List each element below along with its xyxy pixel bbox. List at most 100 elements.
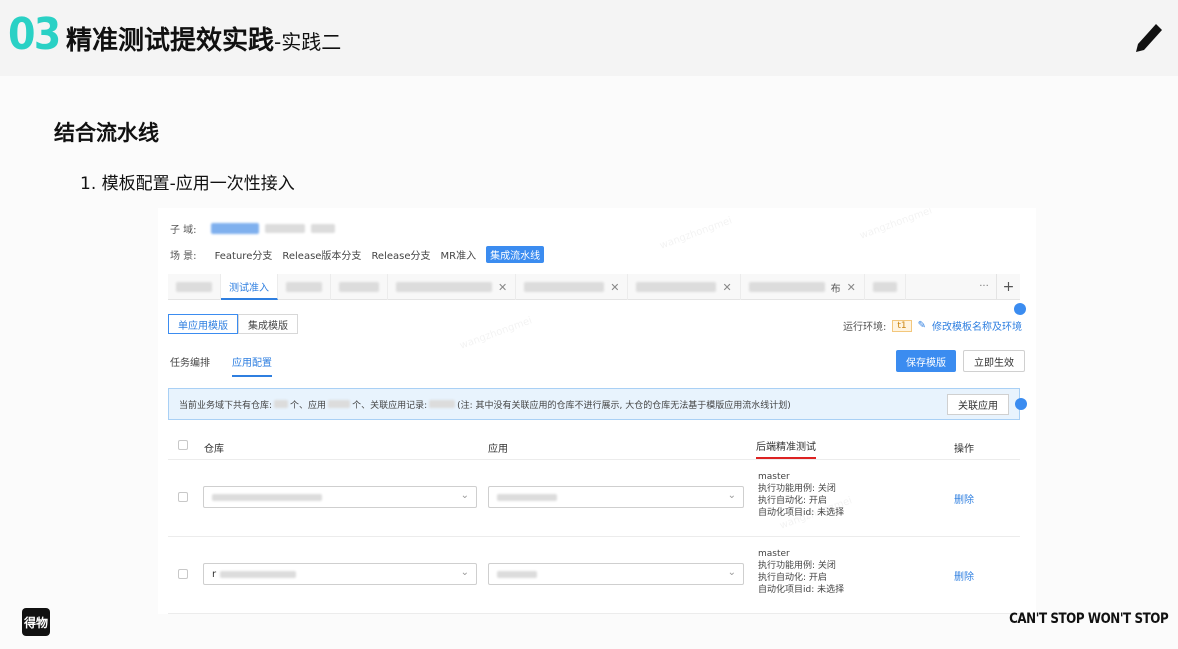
template-tabbar: 测试准入 ✕ ✕ ✕ 布 ✕ ··· + xyxy=(168,274,1020,300)
delete-button[interactable]: 删除 xyxy=(954,491,974,506)
scene-release-version[interactable]: Release版本分支 xyxy=(282,247,361,262)
app-select[interactable]: ⌄ xyxy=(488,563,744,585)
chevron-down-icon: ⌄ xyxy=(727,567,736,578)
save-template-button[interactable]: 保存模版 xyxy=(896,350,956,372)
notice-note: (注: 其中没有关联应用的仓库不进行展示, 大仓的仓库无法基于模版应用流水线计划… xyxy=(457,400,791,411)
row-checkbox[interactable] xyxy=(178,492,188,502)
more-tabs-button[interactable]: ··· xyxy=(972,274,996,299)
slide-tagline: CAN'T STOP WON'T STOP xyxy=(1008,611,1169,627)
slide-header: 03 精准测试提效实践-实践二 xyxy=(0,0,1178,76)
info-notice: 当前业务域下共有仓库: 个、应用 个、关联应用记录: (注: 其中没有关联应用的… xyxy=(168,388,1020,420)
watermark: wangzhongmei xyxy=(658,215,734,252)
section-number: 03 xyxy=(8,9,61,60)
config-func-cases: 执行功能用例: 关闭 xyxy=(758,561,836,571)
chat-bubble-icon[interactable] xyxy=(1014,303,1026,315)
notice-part3: 个、关联应用记录: xyxy=(352,400,428,411)
pen-icon xyxy=(1136,24,1162,52)
close-icon[interactable]: ✕ xyxy=(722,281,731,294)
app-select-value xyxy=(497,570,537,578)
table-row: r ⌄ ⌄ master 执行功能用例: 关闭 执行自动化: 开启 自动化项目i… xyxy=(168,538,1020,614)
tab-label-suffix: 布 xyxy=(830,283,841,295)
chat-bubble-icon[interactable] xyxy=(1015,398,1027,410)
slide-title-main: 精准测试提效实践 xyxy=(66,26,275,56)
slide-title: 精准测试提效实践-实践二 xyxy=(66,24,341,59)
scene-mr[interactable]: MR准入 xyxy=(441,247,477,262)
repo-select-value xyxy=(220,570,297,578)
repo-select-value xyxy=(212,493,322,501)
tab-template[interactable] xyxy=(168,274,221,300)
config-project-id: 自动化项目id: 未选择 xyxy=(758,508,845,518)
domain-label: 子 域: xyxy=(170,224,197,236)
backend-test-config: master 执行功能用例: 关闭 执行自动化: 开启 自动化项目id: 未选择 xyxy=(758,548,844,596)
scene-release[interactable]: Release分支 xyxy=(371,247,430,262)
delete-button[interactable]: 删除 xyxy=(954,568,974,583)
repo-select[interactable]: r ⌄ xyxy=(203,563,477,585)
integrated-template-button[interactable]: 集成模版 xyxy=(238,314,298,334)
column-header-backend-precise-test: 后端精准测试 xyxy=(756,438,816,459)
tab-task-orchestration[interactable]: 任务编排 xyxy=(170,354,210,377)
repo-select[interactable]: ⌄ xyxy=(203,486,477,508)
link-app-button[interactable]: 关联应用 xyxy=(947,394,1009,415)
tab-template[interactable] xyxy=(865,274,906,300)
config-project-id: 自动化项目id: 未选择 xyxy=(758,585,845,595)
app-count xyxy=(328,400,351,408)
tab-template[interactable]: 布 ✕ xyxy=(741,274,865,300)
scene-feature[interactable]: Feature分支 xyxy=(215,247,273,262)
single-app-template-button[interactable]: 单应用模版 xyxy=(168,314,238,334)
tab-label xyxy=(396,282,492,292)
tab-template[interactable]: ✕ xyxy=(628,274,741,300)
tab-template[interactable]: ✕ xyxy=(388,274,517,300)
scene-pipeline[interactable]: 集成流水线 xyxy=(486,245,545,263)
slide-subtitle: -实践二 xyxy=(274,30,342,54)
app-screenshot: wangzhongmei wangzhongmei wangzhongmei w… xyxy=(158,208,1036,614)
config-branch: master xyxy=(758,472,790,482)
edit-template-link[interactable]: 修改模板名称及环境 xyxy=(932,318,1022,333)
step-heading: 1. 模板配置-应用一次性接入 xyxy=(80,174,295,194)
app-select-value xyxy=(497,493,557,501)
column-header-app: 应用 xyxy=(488,444,508,455)
scene-label: 场 景: xyxy=(170,250,197,262)
close-icon[interactable]: ✕ xyxy=(847,281,856,294)
chevron-down-icon: ⌄ xyxy=(460,567,469,578)
sub-tabs: 任务编排 应用配置 xyxy=(170,354,272,377)
domain-row: 子 域: xyxy=(170,220,335,236)
template-mode-group: 单应用模版 集成模版 xyxy=(168,314,298,334)
env-area: 运行环境: t1 ✎ 修改模板名称及环境 xyxy=(843,318,1022,333)
add-tab-button[interactable]: + xyxy=(996,274,1020,299)
close-icon[interactable]: ✕ xyxy=(498,281,507,294)
tab-label xyxy=(176,282,212,292)
env-badge: t1 xyxy=(892,319,912,332)
notice-prefix: 当前业务域下共有仓库: xyxy=(179,400,273,411)
tab-test-admission[interactable]: 测试准入 xyxy=(221,274,278,300)
watermark: wangzhongmei xyxy=(458,315,534,352)
table-header: 仓库 应用 后端精准测试 操作 xyxy=(168,430,1020,460)
row-checkbox[interactable] xyxy=(178,569,188,579)
edit-icon[interactable]: ✎ xyxy=(918,320,926,331)
tab-label xyxy=(286,282,322,292)
chevron-down-icon: ⌄ xyxy=(460,490,469,501)
column-header-action: 操作 xyxy=(954,444,974,455)
config-func-cases: 执行功能用例: 关闭 xyxy=(758,484,836,494)
table-row: ⌄ ⌄ master 执行功能用例: 关闭 执行自动化: 开启 自动化项目id:… xyxy=(168,461,1020,537)
tab-label xyxy=(748,282,825,292)
tab-label xyxy=(636,282,717,292)
domain-value[interactable] xyxy=(210,222,259,234)
env-label: 运行环境: xyxy=(842,322,887,333)
tab-template[interactable] xyxy=(278,274,331,300)
column-header-repo: 仓库 xyxy=(204,444,224,455)
domain-value xyxy=(264,223,305,233)
app-select[interactable]: ⌄ xyxy=(488,486,744,508)
record-count xyxy=(429,400,456,408)
config-automation: 执行自动化: 开启 xyxy=(758,496,827,506)
apply-now-button[interactable]: 立即生效 xyxy=(963,350,1025,372)
tab-template[interactable] xyxy=(331,274,388,300)
tab-app-config[interactable]: 应用配置 xyxy=(232,354,272,377)
tab-label xyxy=(872,282,897,292)
tab-template[interactable]: ✕ xyxy=(516,274,629,300)
repo-count xyxy=(274,400,289,408)
close-icon[interactable]: ✕ xyxy=(610,281,619,294)
scene-row: 场 景: Feature分支 Release版本分支 Release分支 MR准… xyxy=(170,245,545,263)
backend-test-config: master 执行功能用例: 关闭 执行自动化: 开启 自动化项目id: 未选择 xyxy=(758,471,844,519)
select-all-checkbox[interactable] xyxy=(178,440,188,450)
tab-label xyxy=(339,282,379,292)
